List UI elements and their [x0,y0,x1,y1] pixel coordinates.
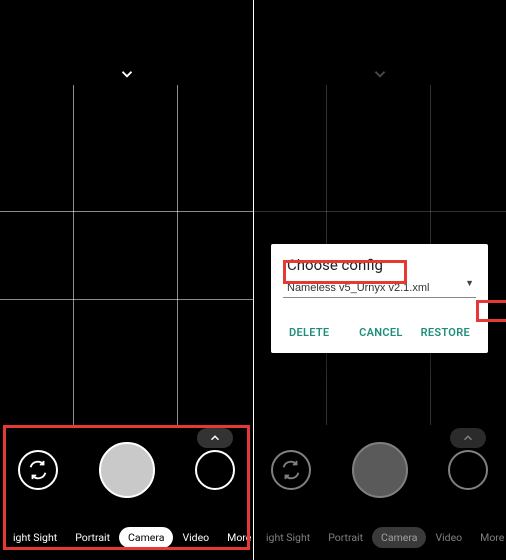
chevron-down-icon[interactable] [118,65,136,83]
grid-line [73,85,74,425]
last-shot-button[interactable] [448,450,488,490]
chevron-down-icon[interactable] [371,65,389,83]
mode-more[interactable]: More [471,527,506,548]
mode-camera[interactable]: Camera [119,527,173,548]
grid-line [177,85,178,425]
cancel-button[interactable]: CANCEL [353,320,408,345]
mode-camera[interactable]: Camera [372,527,426,548]
choose-config-dialog: Choose config ▼ DELETE CANCEL RESTORE [271,244,488,353]
chevron-up-icon[interactable] [197,428,233,448]
grid-line [253,211,506,212]
last-shot-button[interactable] [195,450,235,490]
mode-row[interactable]: ight Sight Portrait Camera Video More [253,527,506,548]
shutter-button[interactable] [352,442,408,498]
delete-button[interactable]: DELETE [283,320,335,345]
mode-night-sight[interactable]: ight Sight [257,527,319,548]
restore-button[interactable]: RESTORE [415,320,476,345]
pane-divider [253,0,254,560]
mode-night-sight[interactable]: ight Sight [4,527,66,548]
config-dropdown[interactable]: ▼ [283,276,476,298]
mode-more[interactable]: More [218,527,253,548]
mode-video[interactable]: Video [173,527,218,548]
dialog-title: Choose config [283,256,476,274]
camera-screen-right: Choose config ▼ DELETE CANCEL RESTORE [253,0,506,560]
mode-video[interactable]: Video [426,527,471,548]
shutter-button[interactable] [99,442,155,498]
switch-camera-button[interactable] [18,450,58,490]
dropdown-caret-icon: ▼ [465,278,474,289]
grid-line [0,211,253,212]
config-file-field[interactable] [283,280,476,298]
bottom-controls: ight Sight Portrait Camera Video More [253,430,506,560]
last-shot-wrapper [195,450,235,490]
viewfinder-grid[interactable] [0,85,253,425]
bottom-controls: ight Sight Portrait Camera Video More [0,430,253,560]
mode-portrait[interactable]: Portrait [66,527,119,548]
last-shot-wrapper [448,450,488,490]
mode-row[interactable]: ight Sight Portrait Camera Video More [0,527,253,548]
grid-line [0,299,253,300]
chevron-up-icon[interactable] [450,428,486,448]
mode-portrait[interactable]: Portrait [319,527,372,548]
camera-screen-left: ight Sight Portrait Camera Video More [0,0,253,560]
switch-camera-button[interactable] [271,450,311,490]
